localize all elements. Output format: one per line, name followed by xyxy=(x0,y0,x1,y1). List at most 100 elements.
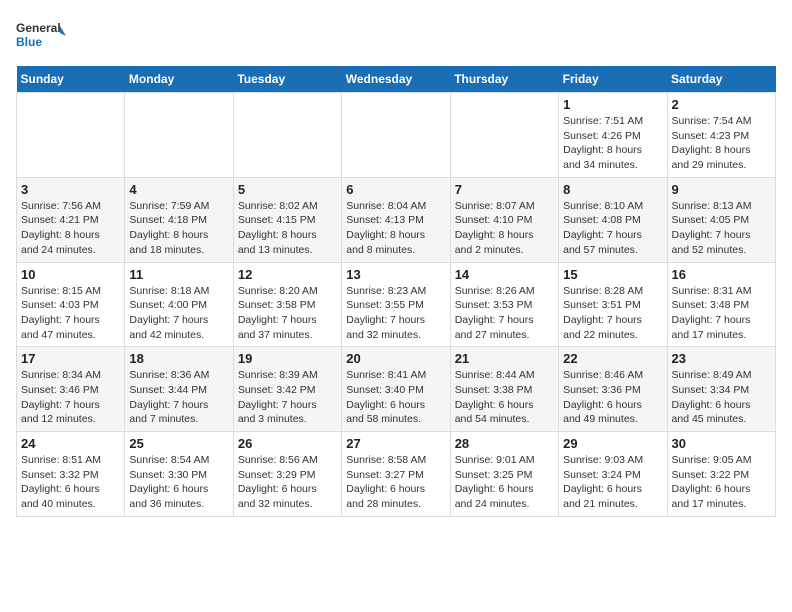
calendar-cell: 5Sunrise: 8:02 AM Sunset: 4:15 PM Daylig… xyxy=(233,177,341,262)
calendar-cell: 9 Sunrise: 8:13 AM Sunset: 4:05 PM Daylig… xyxy=(667,177,775,262)
week-row-1: 1 Sunrise: 7:51 AM Sunset: 4:26 PM Daylig… xyxy=(17,93,776,178)
day-number: 24 xyxy=(21,436,120,451)
calendar-cell: 22 Sunrise: 8:46 AM Sunset: 3:36 PM Dayli… xyxy=(559,347,667,432)
day-header-friday: Friday xyxy=(559,66,667,93)
page-header: General Blue xyxy=(16,16,776,56)
day-info: Sunrise: 8:56 AM Sunset: 3:29 PM Dayligh… xyxy=(238,453,337,512)
day-number: 15 xyxy=(563,267,662,282)
day-number: 2 xyxy=(672,97,771,112)
day-header-saturday: Saturday xyxy=(667,66,775,93)
calendar-cell: 4Sunrise: 7:59 AM Sunset: 4:18 PM Daylig… xyxy=(125,177,233,262)
day-number: 29 xyxy=(563,436,662,451)
calendar-cell: 24 Sunrise: 8:51 AM Sunset: 3:32 PM Dayli… xyxy=(17,432,125,517)
day-number: 11 xyxy=(129,267,228,282)
day-number: 27 xyxy=(346,436,445,451)
calendar-cell xyxy=(233,93,341,178)
day-header-sunday: Sunday xyxy=(17,66,125,93)
day-number: 21 xyxy=(455,351,554,366)
calendar-cell: 2 Sunrise: 7:54 AM Sunset: 4:23 PM Daylig… xyxy=(667,93,775,178)
day-number: 26 xyxy=(238,436,337,451)
logo-svg: General Blue xyxy=(16,16,66,56)
day-info: Sunrise: 8:20 AM Sunset: 3:58 PM Dayligh… xyxy=(238,284,337,343)
calendar-table: SundayMondayTuesdayWednesdayThursdayFrid… xyxy=(16,66,776,517)
calendar-cell: 30Sunrise: 9:05 AM Sunset: 3:22 PM Dayli… xyxy=(667,432,775,517)
calendar-cell: 20 Sunrise: 8:41 AM Sunset: 3:40 PM Dayli… xyxy=(342,347,450,432)
day-number: 17 xyxy=(21,351,120,366)
calendar-header: SundayMondayTuesdayWednesdayThursdayFrid… xyxy=(17,66,776,93)
day-number: 14 xyxy=(455,267,554,282)
day-info: Sunrise: 7:56 AM Sunset: 4:21 PM Dayligh… xyxy=(21,199,120,258)
day-number: 19 xyxy=(238,351,337,366)
day-number: 9 xyxy=(672,182,771,197)
calendar-cell: 23 Sunrise: 8:49 AM Sunset: 3:34 PM Dayli… xyxy=(667,347,775,432)
calendar-cell: 18 Sunrise: 8:36 AM Sunset: 3:44 PM Dayli… xyxy=(125,347,233,432)
day-info: Sunrise: 9:05 AM Sunset: 3:22 PM Dayligh… xyxy=(672,453,771,512)
day-info: Sunrise: 8:36 AM Sunset: 3:44 PM Dayligh… xyxy=(129,368,228,427)
day-info: Sunrise: 8:41 AM Sunset: 3:40 PM Dayligh… xyxy=(346,368,445,427)
calendar-cell: 14 Sunrise: 8:26 AM Sunset: 3:53 PM Dayli… xyxy=(450,262,558,347)
calendar-cell: 11Sunrise: 8:18 AM Sunset: 4:00 PM Dayli… xyxy=(125,262,233,347)
day-info: Sunrise: 7:54 AM Sunset: 4:23 PM Dayligh… xyxy=(672,114,771,173)
calendar-cell: 7 Sunrise: 8:07 AM Sunset: 4:10 PM Daylig… xyxy=(450,177,558,262)
calendar-cell: 3 Sunrise: 7:56 AM Sunset: 4:21 PM Daylig… xyxy=(17,177,125,262)
day-number: 4 xyxy=(129,182,228,197)
day-info: Sunrise: 8:49 AM Sunset: 3:34 PM Dayligh… xyxy=(672,368,771,427)
day-number: 7 xyxy=(455,182,554,197)
day-info: Sunrise: 8:28 AM Sunset: 3:51 PM Dayligh… xyxy=(563,284,662,343)
calendar-cell xyxy=(17,93,125,178)
day-number: 16 xyxy=(672,267,771,282)
day-info: Sunrise: 8:51 AM Sunset: 3:32 PM Dayligh… xyxy=(21,453,120,512)
calendar-cell: 6 Sunrise: 8:04 AM Sunset: 4:13 PM Daylig… xyxy=(342,177,450,262)
svg-text:Blue: Blue xyxy=(16,35,42,49)
svg-text:General: General xyxy=(16,21,61,35)
day-info: Sunrise: 9:01 AM Sunset: 3:25 PM Dayligh… xyxy=(455,453,554,512)
logo: General Blue xyxy=(16,16,66,56)
day-info: Sunrise: 8:34 AM Sunset: 3:46 PM Dayligh… xyxy=(21,368,120,427)
day-number: 25 xyxy=(129,436,228,451)
day-number: 18 xyxy=(129,351,228,366)
day-info: Sunrise: 8:15 AM Sunset: 4:03 PM Dayligh… xyxy=(21,284,120,343)
day-number: 3 xyxy=(21,182,120,197)
day-info: Sunrise: 7:51 AM Sunset: 4:26 PM Dayligh… xyxy=(563,114,662,173)
day-number: 13 xyxy=(346,267,445,282)
calendar-cell: 28 Sunrise: 9:01 AM Sunset: 3:25 PM Dayli… xyxy=(450,432,558,517)
calendar-cell: 1 Sunrise: 7:51 AM Sunset: 4:26 PM Daylig… xyxy=(559,93,667,178)
day-number: 28 xyxy=(455,436,554,451)
week-row-3: 10Sunrise: 8:15 AM Sunset: 4:03 PM Dayli… xyxy=(17,262,776,347)
day-info: Sunrise: 8:04 AM Sunset: 4:13 PM Dayligh… xyxy=(346,199,445,258)
day-info: Sunrise: 8:13 AM Sunset: 4:05 PM Dayligh… xyxy=(672,199,771,258)
day-number: 22 xyxy=(563,351,662,366)
week-row-2: 3 Sunrise: 7:56 AM Sunset: 4:21 PM Daylig… xyxy=(17,177,776,262)
calendar-cell: 12Sunrise: 8:20 AM Sunset: 3:58 PM Dayli… xyxy=(233,262,341,347)
calendar-cell xyxy=(450,93,558,178)
calendar-cell: 19Sunrise: 8:39 AM Sunset: 3:42 PM Dayli… xyxy=(233,347,341,432)
calendar-cell: 15 Sunrise: 8:28 AM Sunset: 3:51 PM Dayli… xyxy=(559,262,667,347)
day-info: Sunrise: 8:26 AM Sunset: 3:53 PM Dayligh… xyxy=(455,284,554,343)
calendar-cell: 10Sunrise: 8:15 AM Sunset: 4:03 PM Dayli… xyxy=(17,262,125,347)
day-header-monday: Monday xyxy=(125,66,233,93)
calendar-cell: 8 Sunrise: 8:10 AM Sunset: 4:08 PM Daylig… xyxy=(559,177,667,262)
day-info: Sunrise: 8:44 AM Sunset: 3:38 PM Dayligh… xyxy=(455,368,554,427)
calendar-cell: 29 Sunrise: 9:03 AM Sunset: 3:24 PM Dayli… xyxy=(559,432,667,517)
day-info: Sunrise: 8:10 AM Sunset: 4:08 PM Dayligh… xyxy=(563,199,662,258)
day-header-tuesday: Tuesday xyxy=(233,66,341,93)
calendar-cell xyxy=(342,93,450,178)
day-number: 20 xyxy=(346,351,445,366)
header-row: SundayMondayTuesdayWednesdayThursdayFrid… xyxy=(17,66,776,93)
day-number: 6 xyxy=(346,182,445,197)
day-info: Sunrise: 9:03 AM Sunset: 3:24 PM Dayligh… xyxy=(563,453,662,512)
day-info: Sunrise: 8:31 AM Sunset: 3:48 PM Dayligh… xyxy=(672,284,771,343)
day-number: 8 xyxy=(563,182,662,197)
day-info: Sunrise: 8:58 AM Sunset: 3:27 PM Dayligh… xyxy=(346,453,445,512)
calendar-cell xyxy=(125,93,233,178)
day-info: Sunrise: 8:46 AM Sunset: 3:36 PM Dayligh… xyxy=(563,368,662,427)
calendar-cell: 26 Sunrise: 8:56 AM Sunset: 3:29 PM Dayli… xyxy=(233,432,341,517)
calendar-cell: 27 Sunrise: 8:58 AM Sunset: 3:27 PM Dayli… xyxy=(342,432,450,517)
day-info: Sunrise: 8:07 AM Sunset: 4:10 PM Dayligh… xyxy=(455,199,554,258)
day-number: 1 xyxy=(563,97,662,112)
day-header-thursday: Thursday xyxy=(450,66,558,93)
day-info: Sunrise: 8:54 AM Sunset: 3:30 PM Dayligh… xyxy=(129,453,228,512)
day-info: Sunrise: 8:23 AM Sunset: 3:55 PM Dayligh… xyxy=(346,284,445,343)
day-number: 23 xyxy=(672,351,771,366)
day-number: 5 xyxy=(238,182,337,197)
